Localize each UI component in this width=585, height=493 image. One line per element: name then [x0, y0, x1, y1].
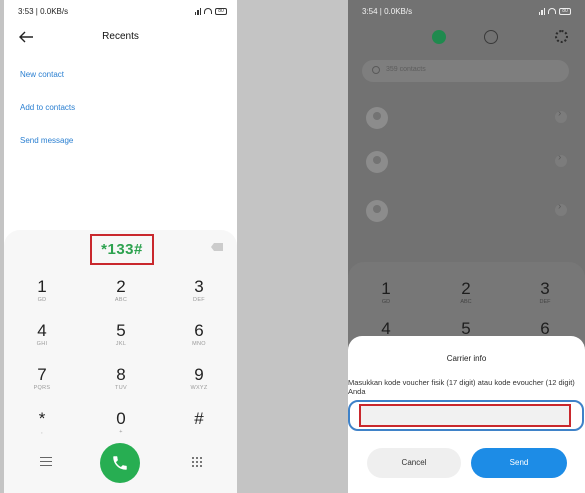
- key-2[interactable]: 2 ABC: [446, 280, 486, 306]
- dialpad-toggle-icon[interactable]: [192, 457, 202, 467]
- key-9[interactable]: 9 WXYZ: [179, 366, 219, 392]
- key-hash[interactable]: #: [179, 410, 219, 428]
- contact-row[interactable]: [362, 104, 569, 132]
- avatar: [366, 200, 388, 222]
- contacts-tab-icon[interactable]: [484, 30, 498, 44]
- phone-tab-icon[interactable]: [432, 30, 446, 44]
- signal-icon: [194, 7, 201, 15]
- dialpad: *133# 1 GD 2 ABC 3 DEF 4 GHI 5 JKL 6 MNO 7 PQRS…: [4, 230, 237, 493]
- search-icon: [372, 66, 380, 74]
- key-5[interactable]: 5 JKL: [101, 322, 141, 348]
- key-6[interactable]: 6 MNO: [179, 322, 219, 348]
- add-to-contacts-link[interactable]: Add to contacts: [20, 103, 75, 112]
- key-0[interactable]: 0 +: [101, 410, 141, 436]
- dialer-screen: 3:53 | 0.0KB/s 80 Recents New contact Ad…: [4, 0, 237, 493]
- battery-icon: 80: [215, 7, 227, 15]
- key-3[interactable]: 3 DEF: [525, 280, 565, 306]
- search-bar[interactable]: 359 contacts: [362, 60, 569, 82]
- dialog-title: Carrier info: [446, 354, 487, 363]
- voucher-input-highlight[interactable]: [359, 404, 571, 427]
- menu-icon[interactable]: [40, 457, 52, 466]
- backspace-icon[interactable]: [211, 243, 223, 251]
- send-button[interactable]: Send: [471, 448, 567, 478]
- search-placeholder: 359 contacts: [386, 66, 426, 73]
- chevron-right-icon[interactable]: [555, 201, 567, 216]
- page-title: Recents: [102, 31, 139, 42]
- call-button[interactable]: [100, 443, 140, 483]
- key-2[interactable]: 2 ABC: [101, 278, 141, 304]
- dialog-message: Masukkan kode voucher fisik (17 digit) a…: [348, 378, 575, 396]
- chevron-right-icon[interactable]: [555, 108, 567, 123]
- key-1[interactable]: 1 GD: [22, 278, 62, 304]
- key-8[interactable]: 8 TUV: [101, 366, 141, 392]
- dial-input[interactable]: *133#: [92, 241, 152, 258]
- status-bar: 3:54 | 0.0KB/s 80: [362, 7, 571, 19]
- wifi-icon: [204, 8, 212, 14]
- carrier-info-screen: 3:54 | 0.0KB/s 80 359 contacts 1GD 2ABC …: [348, 0, 585, 493]
- recents-header: Recents: [4, 28, 237, 48]
- key-3[interactable]: 3 DEF: [179, 278, 219, 304]
- status-icons: 80: [538, 7, 571, 15]
- status-time: 3:53 | 0.0KB/s: [18, 7, 69, 16]
- status-time: 3:54 | 0.0KB/s: [362, 7, 413, 16]
- voucher-input-field[interactable]: [348, 400, 584, 431]
- key-star[interactable]: *,: [22, 410, 62, 436]
- status-icons: 80: [194, 7, 227, 15]
- key-1[interactable]: 1 GD: [366, 280, 406, 306]
- key-4[interactable]: 4 GHI: [22, 322, 62, 348]
- contact-row[interactable]: [362, 197, 569, 225]
- new-contact-link[interactable]: New contact: [20, 70, 64, 79]
- screenshot-root: 3:53 | 0.0KB/s 80 Recents New contact Ad…: [0, 0, 585, 493]
- chevron-right-icon[interactable]: [555, 152, 567, 167]
- avatar: [366, 151, 388, 173]
- status-bar: 3:53 | 0.0KB/s 80: [18, 7, 227, 19]
- send-message-link[interactable]: Send message: [20, 136, 73, 145]
- battery-icon: 80: [559, 7, 571, 15]
- phone-icon: [113, 456, 127, 470]
- settings-icon[interactable]: [555, 30, 568, 43]
- wifi-icon: [548, 8, 556, 14]
- cancel-button[interactable]: Cancel: [367, 448, 461, 478]
- contact-row[interactable]: [362, 148, 569, 176]
- avatar: [366, 107, 388, 129]
- dial-input-highlight: *133#: [90, 234, 154, 265]
- key-7[interactable]: 7 PQRS: [22, 366, 62, 392]
- signal-icon: [538, 7, 545, 15]
- carrier-info-dialog: Carrier info Masukkan kode voucher fisik…: [348, 336, 585, 493]
